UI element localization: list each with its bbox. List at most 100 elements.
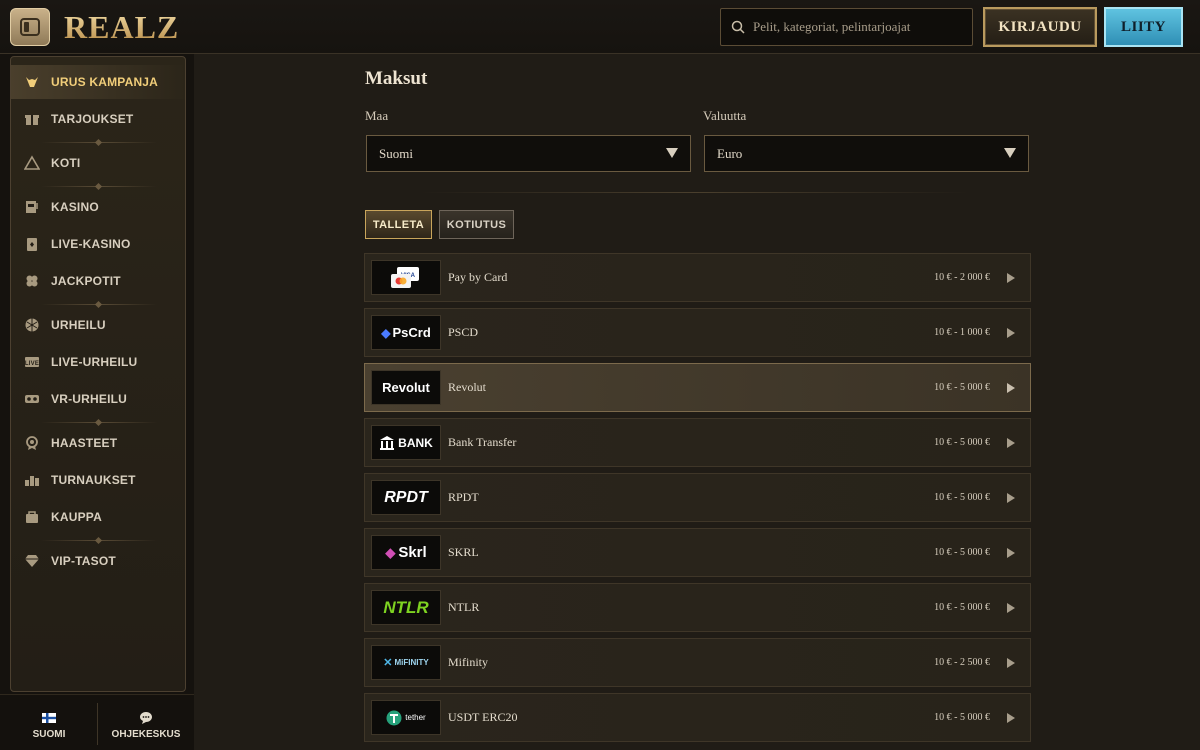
sidebar-item-tarjoukset[interactable]: TARJOUKSET <box>11 102 185 136</box>
payment-method-name: NTLR <box>448 600 480 614</box>
payment-method-row[interactable]: VISA Pay by Card 10 € - 2 000 € <box>364 253 1031 302</box>
tournament-icon <box>24 472 40 488</box>
ntlr-logo: NTLR <box>371 590 441 625</box>
realz-logo[interactable]: REALZ <box>64 9 179 45</box>
sidebar-nav: URUS KAMPANJA TARJOUKSET KOTI KASINO LIV… <box>10 56 186 692</box>
chevron-down-icon <box>666 146 678 162</box>
country-value: Suomi <box>379 145 413 161</box>
card-logo: VISA <box>371 260 441 295</box>
cards-icon <box>24 236 40 252</box>
chevron-right-icon <box>1000 377 1022 399</box>
chevron-down-icon <box>1004 146 1016 162</box>
ball-icon <box>24 317 40 333</box>
country-label: Maa <box>365 108 389 123</box>
sidebar-item-label: JACKPOTIT <box>51 274 121 288</box>
sidebar-item-label: URUS KAMPANJA <box>51 75 159 89</box>
sidebar-item-label: VR-URHEILU <box>51 392 127 406</box>
payment-limits: 10 € - 5 000 € <box>934 382 990 393</box>
language-button[interactable]: SUOMI <box>4 705 94 745</box>
sidebar: URUS KAMPANJA TARJOUKSET KOTI KASINO LIV… <box>0 54 194 750</box>
sidebar-divider <box>41 304 157 305</box>
svg-text:LIVE: LIVE <box>25 361 39 367</box>
sidebar-item-label: URHEILU <box>51 318 106 332</box>
chat-icon <box>140 711 152 724</box>
revolut-logo: Revolut <box>371 370 441 405</box>
chevron-right-icon <box>1000 707 1022 729</box>
payment-method-row[interactable]: RPDT RPDT 10 € - 5 000 € <box>364 473 1031 522</box>
payment-method-row[interactable]: BANK Bank Transfer 10 € - 5 000 € <box>364 418 1031 467</box>
mifinity-x-icon: ✕ <box>383 657 393 669</box>
sidebar-item-kasino[interactable]: KASINO <box>11 190 185 224</box>
pscrd-logo: ◆ PsCrd <box>371 315 441 350</box>
payment-limits: 10 € - 5 000 € <box>934 602 990 613</box>
sidebar-item-label: VIP-TASOT <box>51 554 116 568</box>
help-center-label: OHJEKESKUS <box>111 728 181 740</box>
payment-limits: 10 € - 5 000 € <box>934 437 990 448</box>
home-icon <box>24 155 40 171</box>
sidebar-item-vr-urheilu[interactable]: VR-URHEILU <box>11 382 185 416</box>
login-button[interactable]: KIRJAUDU <box>983 7 1097 47</box>
bull-icon <box>24 74 40 90</box>
chevron-right-icon <box>1000 322 1022 344</box>
sidebar-item-haasteet[interactable]: HAASTEET <box>11 426 185 460</box>
payment-method-name: RPDT <box>448 490 479 504</box>
skrl-logo: ◆ Skrl <box>371 535 441 570</box>
sidebar-item-live-urheilu[interactable]: LIVE LIVE-URHEILU <box>11 345 185 379</box>
payment-limits: 10 € - 5 000 € <box>934 547 990 558</box>
tab-deposit[interactable]: TALLETA <box>365 210 432 239</box>
tether-logo-text: tether <box>405 713 426 722</box>
payment-method-name: Bank Transfer <box>448 435 517 449</box>
sidebar-divider <box>41 540 157 541</box>
sidebar-item-kauppa[interactable]: KAUPPA <box>11 500 185 534</box>
bank-building-icon <box>380 435 395 450</box>
pscrd-diamond-icon: ◆ <box>381 325 391 340</box>
footer-divider <box>97 703 98 745</box>
tether-logo: tether <box>371 700 441 735</box>
payment-method-row[interactable]: Revolut Revolut 10 € - 5 000 € <box>364 363 1031 412</box>
country-select[interactable]: Suomi <box>366 135 691 172</box>
sidebar-toggle-button[interactable] <box>10 8 50 46</box>
sidebar-item-label: KASINO <box>51 200 99 214</box>
chevron-right-icon <box>1000 542 1022 564</box>
vr-icon <box>24 391 40 407</box>
chevron-right-icon <box>1000 597 1022 619</box>
currency-select[interactable]: Euro <box>704 135 1029 172</box>
join-button[interactable]: LIITY <box>1104 7 1183 47</box>
sidebar-item-turnaukset[interactable]: TURNAUKSET <box>11 463 185 497</box>
diamond-icon <box>24 553 40 569</box>
payment-method-row[interactable]: tether USDT ERC20 10 € - 5 000 € <box>364 693 1031 742</box>
rpdt-logo-text: RPDT <box>384 488 428 506</box>
sidebar-item-vip-tasot[interactable]: VIP-TASOT <box>11 544 185 578</box>
chevron-right-icon <box>1000 267 1022 289</box>
sidebar-item-jackpotit[interactable]: JACKPOTIT <box>11 264 185 298</box>
pscrd-logo-text: PsCrd <box>392 325 431 340</box>
help-center-button[interactable]: OHJEKESKUS <box>101 705 191 745</box>
sidebar-item-urheilu[interactable]: URHEILU <box>11 308 185 342</box>
sidebar-divider <box>41 142 157 143</box>
tab-withdraw[interactable]: KOTIUTUS <box>439 210 514 239</box>
sidebar-divider <box>41 422 157 423</box>
gift-icon <box>24 111 40 127</box>
sidebar-item-urus-kampanja[interactable]: URUS KAMPANJA <box>11 65 185 99</box>
payment-limits: 10 € - 2 000 € <box>934 272 990 283</box>
visa-card-icon: VISA <box>391 266 419 288</box>
medal-icon <box>24 435 40 451</box>
sidebar-item-koti[interactable]: KOTI <box>11 146 185 180</box>
payment-method-row[interactable]: ◆ Skrl SKRL 10 € - 5 000 € <box>364 528 1031 577</box>
search-box[interactable] <box>720 8 973 46</box>
payment-method-row[interactable]: NTLR NTLR 10 € - 5 000 € <box>364 583 1031 632</box>
sidebar-item-label: KAUPPA <box>51 510 102 524</box>
sidebar-item-live-kasino[interactable]: LIVE-KASINO <box>11 227 185 261</box>
chevron-right-icon <box>1000 432 1022 454</box>
payment-method-row[interactable]: ✕ MiFINITY Mifinity 10 € - 2 500 € <box>364 638 1031 687</box>
payment-method-row[interactable]: ◆ PsCrd PSCD 10 € - 1 000 € <box>364 308 1031 357</box>
search-input[interactable] <box>753 19 963 35</box>
bank-logo: BANK <box>371 425 441 460</box>
section-divider <box>420 192 970 193</box>
search-icon <box>731 20 745 34</box>
tether-coin-icon <box>386 710 402 725</box>
payment-limits: 10 € - 5 000 € <box>934 492 990 503</box>
language-label: SUOMI <box>32 728 66 740</box>
clover-icon <box>24 273 40 289</box>
skrl-logo-text: Skrl <box>398 544 427 561</box>
